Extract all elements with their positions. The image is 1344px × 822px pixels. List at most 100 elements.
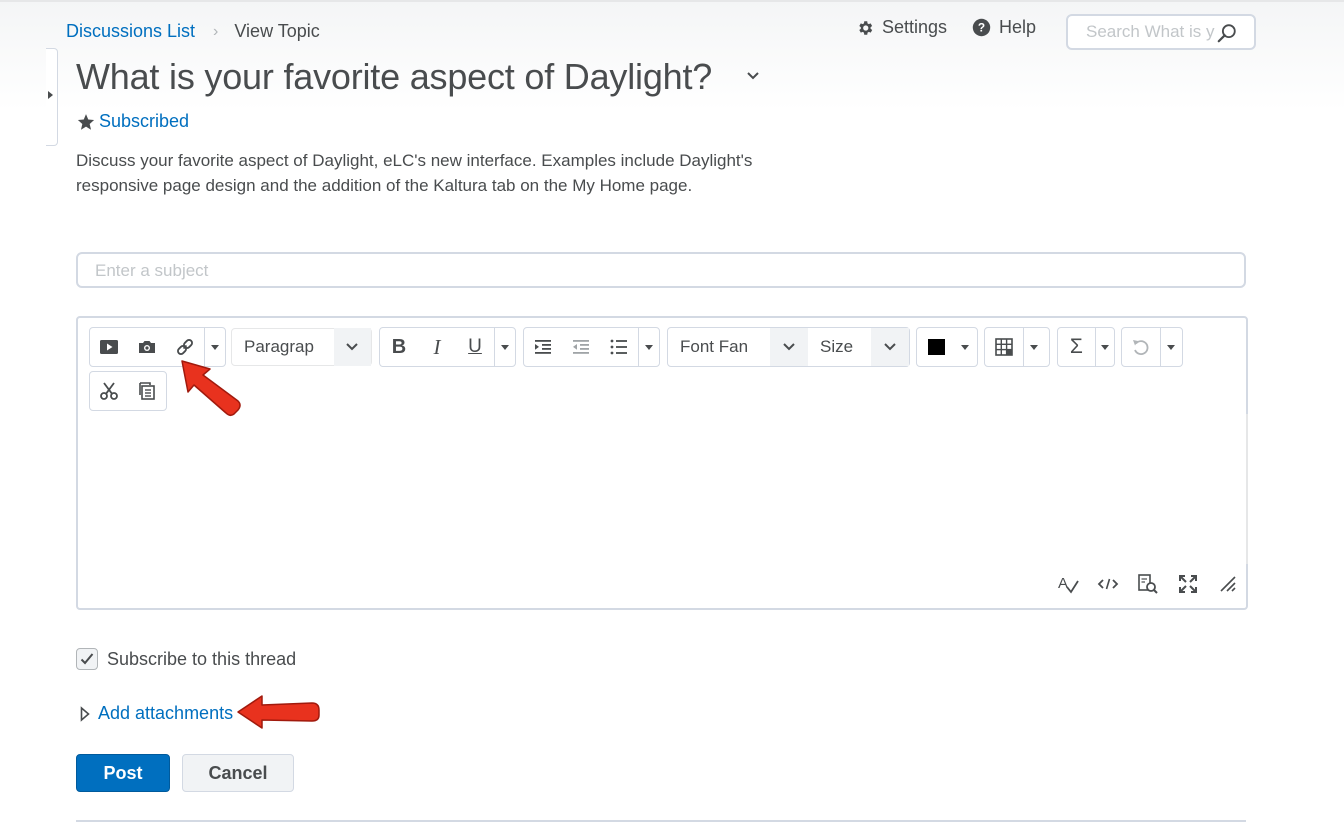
text-color-group — [916, 327, 978, 367]
table-dropdown[interactable] — [1023, 328, 1043, 366]
chevron-down-icon — [871, 328, 909, 366]
expand-triangle-icon — [80, 705, 90, 722]
help-label: Help — [999, 17, 1037, 37]
camera-icon — [139, 341, 155, 353]
insert-image-button[interactable] — [128, 328, 166, 366]
svg-text:A: A — [1058, 575, 1068, 592]
undo-icon — [1133, 340, 1149, 355]
chevron-down-icon — [333, 328, 371, 366]
cut-icon — [100, 382, 118, 400]
subscribe-label: Subscribe to this thread — [107, 648, 297, 669]
cut-button[interactable] — [90, 372, 128, 410]
equation-group: Σ — [1057, 327, 1115, 367]
page-title: What is your favorite aspect of Daylight… — [76, 56, 713, 97]
caret-down-icon — [1029, 344, 1038, 350]
subscribed-link[interactable]: Subscribed — [77, 111, 189, 132]
source-code-button[interactable] — [1096, 573, 1120, 595]
italic-button[interactable]: I — [418, 328, 456, 366]
help-button[interactable]: ? Help — [972, 17, 1036, 38]
annotation-arrow-icon — [237, 695, 320, 729]
font-size-select[interactable]: Size — [808, 328, 909, 366]
font-family-value: Font Fan — [680, 337, 749, 356]
equation-dropdown[interactable] — [1094, 328, 1114, 366]
post-button[interactable]: Post — [76, 754, 170, 792]
insert-video-button[interactable] — [90, 328, 128, 366]
top-border — [0, 0, 1344, 2]
subject-field-wrapper — [76, 252, 1246, 288]
caret-down-icon — [1100, 344, 1109, 350]
undo-button[interactable] — [1122, 328, 1160, 366]
outdent-button[interactable] — [562, 328, 600, 366]
format-select-group: Paragrap — [231, 327, 372, 367]
link-icon — [177, 339, 193, 355]
source-code-icon — [1097, 578, 1119, 590]
fullscreen-icon — [1179, 575, 1197, 593]
bullet-list-button[interactable] — [600, 328, 638, 366]
add-attachments-label: Add attachments — [98, 703, 234, 723]
indent-button[interactable] — [524, 328, 562, 366]
indent-icon — [535, 340, 551, 354]
subscribe-checkbox[interactable] — [76, 648, 98, 670]
breadcrumb: Discussions List › View Topic — [66, 21, 320, 42]
expand-arrow-icon — [48, 91, 53, 99]
subscribe-thread-row[interactable]: Subscribe to this thread — [76, 648, 296, 670]
resize-handle[interactable] — [1216, 573, 1240, 595]
format-select[interactable]: Paragrap — [231, 328, 372, 366]
subject-input[interactable] — [95, 260, 695, 282]
text-color-dropdown[interactable] — [955, 328, 975, 366]
paste-icon — [139, 382, 155, 400]
preview-button[interactable] — [1136, 573, 1160, 595]
star-icon — [77, 113, 95, 130]
cancel-button[interactable]: Cancel — [182, 754, 294, 792]
editor-scroll-track — [1246, 414, 1248, 564]
font-family-select[interactable]: Font Fan — [668, 328, 808, 366]
outdent-icon — [573, 340, 589, 354]
text-style-group: B I U — [379, 327, 516, 367]
subscribed-label: Subscribed — [99, 111, 190, 131]
undo-group — [1121, 327, 1183, 367]
paste-button[interactable] — [128, 372, 166, 410]
search-box — [1066, 14, 1256, 50]
sidebar-toggle[interactable] — [46, 48, 58, 146]
settings-button[interactable]: Settings — [856, 17, 947, 38]
clipboard-group — [89, 371, 167, 411]
annotation-arrow-icon — [181, 360, 241, 417]
svg-text:?: ? — [978, 20, 985, 34]
settings-label: Settings — [882, 17, 948, 37]
font-toolbar-group: Font Fan Size — [667, 327, 910, 367]
fullscreen-button[interactable] — [1176, 573, 1200, 595]
topic-description: Discuss your favorite aspect of Daylight… — [76, 151, 753, 195]
breadcrumb-separator: › — [213, 22, 219, 40]
color-swatch — [927, 339, 945, 355]
equation-button[interactable]: Σ — [1058, 328, 1095, 366]
caret-down-icon — [644, 344, 653, 350]
spellcheck-button[interactable]: A — [1056, 573, 1080, 595]
list-more-dropdown[interactable] — [638, 328, 658, 366]
search-icon[interactable] — [1216, 22, 1238, 44]
help-icon: ? — [972, 18, 991, 37]
insert-table-button[interactable] — [985, 328, 1023, 366]
text-style-more-dropdown[interactable] — [494, 328, 514, 366]
bold-label: B — [391, 335, 407, 358]
italic-label: I — [433, 334, 441, 359]
font-size-value: Size — [820, 337, 854, 356]
table-icon — [995, 338, 1013, 356]
format-select-value: Paragrap — [244, 337, 314, 356]
bullet-list-icon — [610, 339, 627, 355]
editor-footer-toolbar: A — [1056, 573, 1240, 595]
search-input[interactable] — [1086, 22, 1216, 42]
gear-icon — [859, 20, 873, 35]
table-group — [984, 327, 1050, 367]
underline-label: U — [468, 336, 482, 357]
underline-button[interactable]: U — [456, 328, 494, 366]
undo-dropdown[interactable] — [1160, 328, 1180, 366]
chevron-down-icon[interactable] — [745, 70, 761, 82]
html-editor: Paragrap B I U Font Fan Size Σ A — [76, 316, 1248, 610]
add-attachments-toggle[interactable]: Add attachments — [80, 703, 233, 724]
resize-icon — [1220, 576, 1236, 592]
text-color-button[interactable] — [917, 328, 955, 366]
breadcrumb-discussions-list[interactable]: Discussions List — [66, 21, 195, 42]
chevron-down-icon — [770, 328, 808, 366]
checkmark-icon — [80, 653, 94, 665]
bold-button[interactable]: B — [380, 328, 418, 366]
